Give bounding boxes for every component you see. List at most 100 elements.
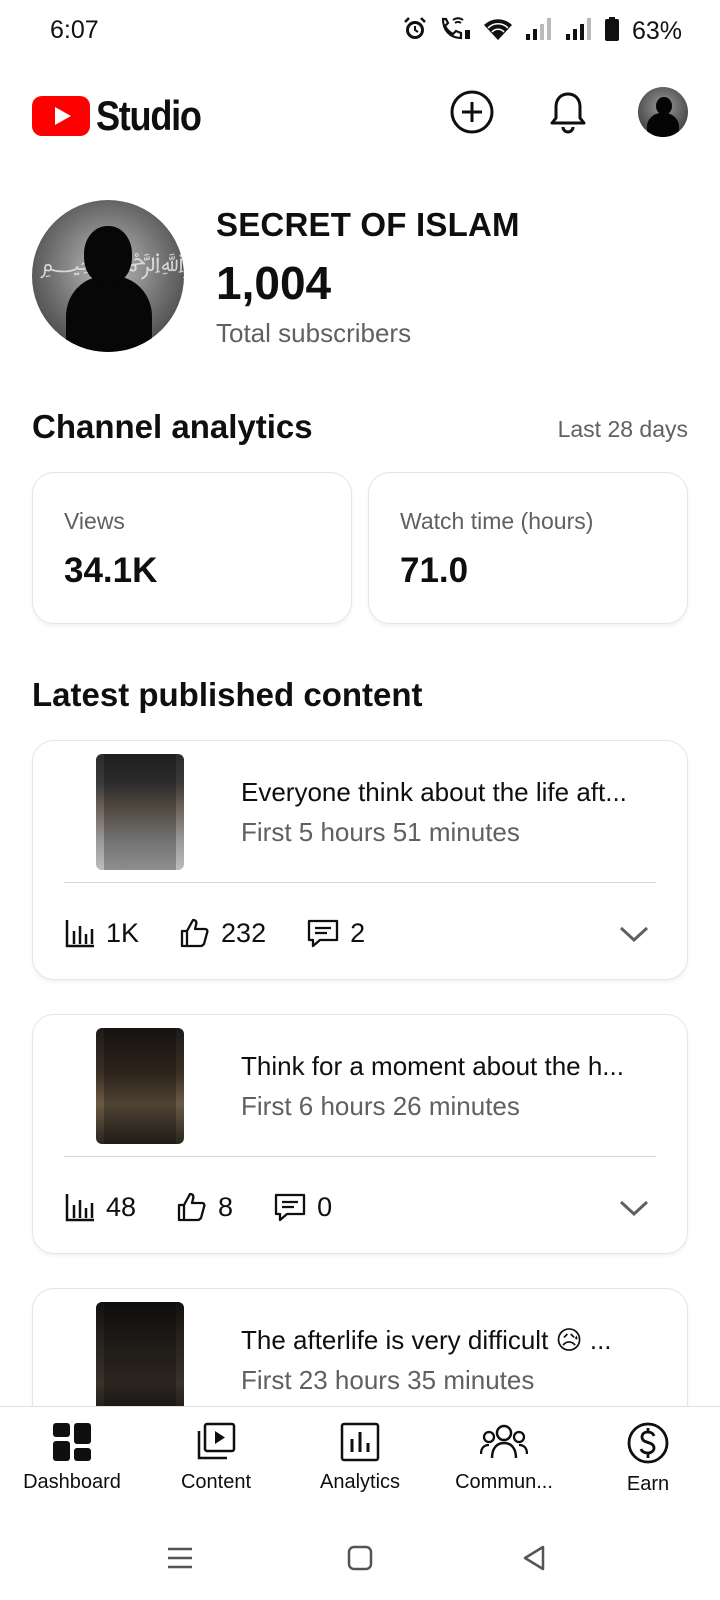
signal-icon xyxy=(524,16,554,47)
thumbnail-overlay xyxy=(104,1302,176,1418)
status-bar: 6:07 63% xyxy=(0,0,720,64)
video-thumbnail[interactable] xyxy=(96,1028,184,1144)
back-button[interactable] xyxy=(514,1538,554,1578)
card-divider xyxy=(64,882,656,883)
bar-chart-icon xyxy=(65,920,94,948)
channel-analytics-title: Channel analytics xyxy=(32,408,313,445)
watch-time-value: 71.0 xyxy=(400,551,469,590)
nav-label: Earn xyxy=(626,1473,670,1495)
comment-icon xyxy=(274,1193,306,1222)
bell-icon xyxy=(550,92,586,134)
video-performance-period: First 6 hours 26 minutes xyxy=(241,1091,520,1121)
thumbnail-overlay xyxy=(104,754,176,870)
content-card[interactable]: Everyone think about the life aft... Fir… xyxy=(32,740,688,980)
views-metric: 48 xyxy=(64,1191,136,1223)
video-metrics: 1K 232 2 xyxy=(64,913,405,953)
views-value: 34.1K xyxy=(64,551,158,590)
community-icon xyxy=(480,1424,528,1459)
comments-metric: 2 xyxy=(306,917,365,949)
analytics-icon xyxy=(340,1422,380,1462)
thumbs-up-icon xyxy=(177,1192,206,1222)
subscriber-count: 1,004 xyxy=(216,257,332,309)
card-divider xyxy=(64,1156,656,1157)
nav-label: Dashboard xyxy=(23,1471,121,1493)
video-performance-period: First 23 hours 35 minutes xyxy=(241,1365,535,1395)
thumbnail-overlay xyxy=(104,1028,176,1144)
video-thumbnail[interactable] xyxy=(96,1302,184,1418)
studio-logo[interactable]: Studio xyxy=(32,92,218,140)
views-card[interactable]: Views 34.1K xyxy=(32,472,352,624)
channel-avatar[interactable]: ﷽ xyxy=(32,200,184,352)
youtube-logo-icon xyxy=(32,96,90,136)
video-title: Everyone think about the life aft... xyxy=(241,777,627,807)
expand-button[interactable] xyxy=(617,917,651,951)
earn-icon xyxy=(627,1422,669,1464)
comment-icon xyxy=(307,919,339,948)
chevron-down-icon xyxy=(619,1200,649,1217)
thumbs-up-icon xyxy=(180,918,209,948)
battery-icon xyxy=(604,16,620,47)
comments-metric: 0 xyxy=(273,1191,332,1223)
logo-text: Studio xyxy=(96,92,202,139)
likes-metric: 8 xyxy=(176,1191,233,1223)
recents-icon xyxy=(168,1547,192,1569)
video-title: Think for a moment about the h... xyxy=(241,1051,624,1081)
likes-count: 232 xyxy=(221,917,267,948)
content-card[interactable]: Think for a moment about the h... First … xyxy=(32,1014,688,1254)
channel-header: ﷽ SECRET OF ISLAM 1,004 Total subscriber… xyxy=(32,200,692,352)
system-navigation-bar xyxy=(0,1508,720,1600)
notifications-button[interactable] xyxy=(542,86,594,138)
channel-name: SECRET OF ISLAM xyxy=(216,206,520,243)
wifi-calling-icon xyxy=(438,16,472,47)
avatar-silhouette-head xyxy=(84,226,132,284)
nav-dashboard[interactable]: Dashboard xyxy=(0,1421,144,1494)
views-metric: 1K xyxy=(64,917,139,949)
avatar-silhouette-body xyxy=(66,276,152,352)
home-icon xyxy=(347,1545,373,1571)
create-button[interactable] xyxy=(446,86,498,138)
comments-count: 0 xyxy=(317,1191,333,1222)
nav-community[interactable]: Commun... xyxy=(432,1421,576,1494)
views-label: Views xyxy=(64,508,125,534)
video-metrics: 48 8 0 xyxy=(64,1187,372,1227)
wifi-icon xyxy=(482,16,514,47)
expand-button[interactable] xyxy=(617,1191,651,1225)
avatar-silhouette-body xyxy=(647,113,679,137)
video-title: The afterlife is very difficult 😥 ... xyxy=(241,1325,612,1355)
account-avatar-button[interactable] xyxy=(637,86,689,138)
back-icon xyxy=(523,1545,545,1571)
bottom-navigation: Dashboard Content Analytics Commun... Ea… xyxy=(0,1406,720,1506)
likes-metric: 232 xyxy=(179,917,266,949)
home-button[interactable] xyxy=(340,1538,380,1578)
likes-count: 8 xyxy=(218,1191,234,1222)
signal-icon xyxy=(564,16,594,47)
date-range-label: Last 28 days xyxy=(557,416,688,442)
views-count: 48 xyxy=(106,1191,137,1222)
nav-analytics[interactable]: Analytics xyxy=(288,1421,432,1494)
views-count: 1K xyxy=(106,917,140,948)
avatar xyxy=(638,87,688,137)
nav-label: Commun... xyxy=(455,1471,553,1493)
watch-time-card[interactable]: Watch time (hours) 71.0 xyxy=(368,472,688,624)
nav-label: Content xyxy=(180,1471,252,1493)
video-performance-period: First 5 hours 51 minutes xyxy=(241,817,520,847)
bar-chart-icon xyxy=(65,1194,94,1222)
subscriber-label: Total subscribers xyxy=(216,318,412,348)
chevron-down-icon xyxy=(619,926,649,943)
dashboard-icon xyxy=(53,1423,91,1461)
comments-count: 2 xyxy=(350,917,366,948)
create-icon xyxy=(450,90,494,134)
watch-time-label: Watch time (hours) xyxy=(400,508,594,534)
video-thumbnail[interactable] xyxy=(96,754,184,870)
recents-button[interactable] xyxy=(160,1538,200,1578)
nav-label: Analytics xyxy=(319,1471,401,1493)
latest-content-title: Latest published content xyxy=(32,676,423,713)
status-icons: 63% xyxy=(402,16,682,47)
app-bar: Studio xyxy=(0,80,720,144)
battery-percentage: 63% xyxy=(631,17,682,45)
nav-content[interactable]: Content xyxy=(144,1421,288,1494)
status-time: 6:07 xyxy=(50,16,99,44)
nav-earn[interactable]: Earn xyxy=(576,1421,720,1496)
alarm-icon xyxy=(402,16,428,47)
content-icon xyxy=(197,1422,236,1460)
